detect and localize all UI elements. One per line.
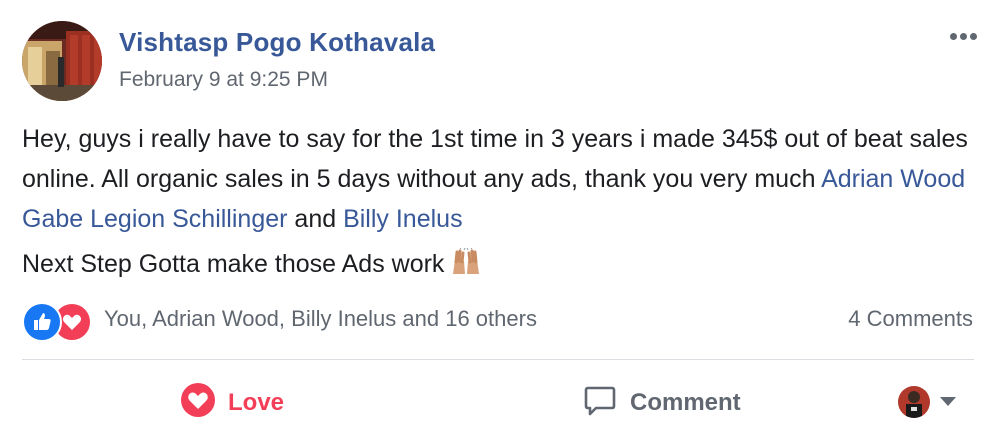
comment-button[interactable]: Comment	[582, 380, 741, 426]
love-button-label: Love	[228, 389, 285, 416]
post-timestamp[interactable]: February 9 at 9:25 PM	[119, 68, 328, 92]
author-avatar[interactable]	[22, 21, 102, 101]
love-button[interactable]: Love	[180, 380, 284, 426]
mention-gabe-legion-schillinger[interactable]: Gabe Legion Schillinger	[22, 205, 287, 233]
post-body: Hey, guys i really have to say for the 1…	[22, 119, 982, 288]
reactions-summary[interactable]: You, Adrian Wood, Billy Inelus and 16 ot…	[104, 306, 537, 332]
post-paragraph-1: Hey, guys i really have to say for the 1…	[22, 119, 982, 239]
mention-billy-inelus[interactable]: Billy Inelus	[343, 205, 463, 233]
like-icon	[22, 302, 62, 342]
post-text-and: and	[287, 205, 344, 233]
mention-adrian-wood[interactable]: Adrian Wood	[821, 165, 965, 193]
raising-hands-emoji	[450, 247, 482, 288]
viewer-avatar	[898, 386, 930, 418]
post-as-selector[interactable]	[898, 384, 968, 420]
comment-icon	[582, 382, 618, 425]
author-name-link[interactable]: Vishtasp Pogo Kothavala	[119, 27, 435, 58]
chevron-down-icon	[940, 397, 956, 406]
divider	[22, 359, 974, 360]
post-text-2: Next Step Gotta make those Ads work	[22, 250, 445, 278]
comment-button-label: Comment	[630, 389, 741, 416]
love-icon	[180, 382, 216, 425]
post-card: Vishtasp Pogo Kothavala February 9 at 9:…	[0, 0, 996, 440]
comments-count-link[interactable]: 4 Comments	[848, 306, 973, 332]
ellipsis-icon[interactable]	[944, 27, 984, 47]
post-paragraph-2: Next Step Gotta make those Ads work	[22, 244, 982, 288]
